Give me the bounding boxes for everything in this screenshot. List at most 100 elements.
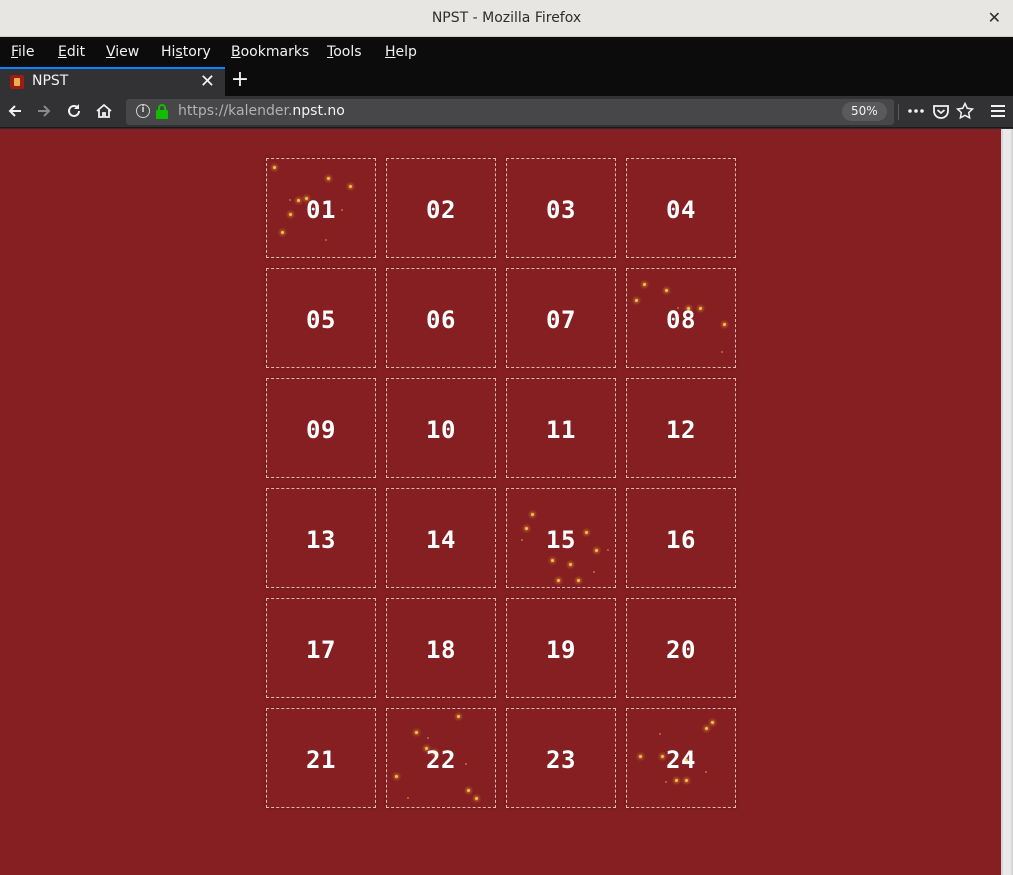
menu-file[interactable]: File — [11, 44, 34, 60]
door-number: 10 — [426, 416, 456, 444]
door-number: 20 — [666, 636, 696, 664]
door-number: 08 — [666, 306, 696, 334]
tab-npst[interactable]: NPST ✕ — [0, 67, 225, 96]
calendar-door-21[interactable]: 21 — [266, 708, 376, 808]
door-number: 17 — [306, 636, 336, 664]
reload-icon[interactable] — [64, 102, 84, 125]
sparkle-decoration — [349, 185, 352, 188]
door-number: 11 — [546, 416, 576, 444]
vertical-scrollbar[interactable] — [1001, 129, 1013, 875]
calendar-door-04[interactable]: 04 — [626, 158, 736, 258]
sparkle-decoration — [569, 563, 572, 566]
menu-history[interactable]: History — [161, 44, 211, 60]
scrollbar-thumb[interactable] — [1003, 129, 1011, 875]
calendar-door-12[interactable]: 12 — [626, 378, 736, 478]
sparkle-decoration — [467, 789, 470, 792]
door-number: 22 — [426, 746, 456, 774]
zoom-indicator[interactable]: 50% — [842, 102, 887, 121]
hamburger-menu-icon[interactable] — [988, 102, 1008, 125]
calendar-door-18[interactable]: 18 — [386, 598, 496, 698]
calendar-door-05[interactable]: 05 — [266, 268, 376, 368]
tab-close-icon[interactable]: ✕ — [200, 71, 215, 92]
sparkle-decoration — [407, 797, 409, 799]
calendar-door-24[interactable]: 24 — [626, 708, 736, 808]
sparkle-decoration — [665, 781, 667, 783]
door-number: 09 — [306, 416, 336, 444]
info-icon[interactable]: i — [136, 104, 150, 118]
window-title: NPST - Mozilla Firefox — [431, 10, 582, 26]
calendar-door-17[interactable]: 17 — [266, 598, 376, 698]
sparkle-decoration — [415, 731, 418, 734]
sparkle-decoration — [705, 727, 708, 730]
menu-view[interactable]: View — [106, 44, 139, 60]
back-icon[interactable] — [5, 102, 25, 125]
menu-bookmarks[interactable]: Bookmarks — [231, 44, 309, 60]
page-actions-icon[interactable] — [906, 102, 926, 125]
forward-icon[interactable] — [34, 102, 54, 125]
window-titlebar: NPST - Mozilla Firefox ✕ — [0, 0, 1013, 37]
sparkle-decoration — [659, 733, 661, 735]
calendar-door-01[interactable]: 01 — [266, 158, 376, 258]
menu-tools[interactable]: Tools — [327, 44, 362, 60]
tab-label: NPST — [32, 73, 69, 89]
calendar-door-08[interactable]: 08 — [626, 268, 736, 368]
sparkle-decoration — [675, 779, 678, 782]
door-number: 12 — [666, 416, 696, 444]
door-number: 15 — [546, 526, 576, 554]
pocket-icon[interactable] — [931, 102, 951, 125]
address-bar[interactable]: i https://kalender.npst.no 50% — [126, 99, 894, 125]
toolbar-separator — [898, 104, 899, 120]
door-number: 14 — [426, 526, 456, 554]
calendar-door-10[interactable]: 10 — [386, 378, 496, 478]
window-close-button[interactable]: ✕ — [988, 8, 1001, 27]
door-number: 21 — [306, 746, 336, 774]
door-number: 04 — [666, 196, 696, 224]
door-number: 16 — [666, 526, 696, 554]
npst-favicon-icon — [10, 75, 24, 89]
sparkle-decoration — [325, 239, 327, 241]
door-number: 19 — [546, 636, 576, 664]
menu-help[interactable]: Help — [385, 44, 417, 60]
calendar-door-09[interactable]: 09 — [266, 378, 376, 478]
new-tab-button[interactable]: + — [230, 67, 250, 92]
sparkle-decoration — [593, 571, 595, 573]
sparkle-decoration — [427, 737, 429, 739]
door-number: 13 — [306, 526, 336, 554]
calendar-door-20[interactable]: 20 — [626, 598, 736, 698]
calendar-door-03[interactable]: 03 — [506, 158, 616, 258]
door-number: 03 — [546, 196, 576, 224]
sparkle-decoration — [721, 351, 723, 353]
calendar-door-06[interactable]: 06 — [386, 268, 496, 368]
sparkle-decoration — [635, 299, 638, 302]
sparkle-decoration — [531, 513, 534, 516]
calendar-door-23[interactable]: 23 — [506, 708, 616, 808]
sparkle-decoration — [457, 715, 460, 718]
calendar-door-14[interactable]: 14 — [386, 488, 496, 588]
sparkle-decoration — [281, 231, 284, 234]
menu-bar: File Edit View History Bookmarks Tools H… — [0, 37, 1013, 67]
navigation-toolbar: i https://kalender.npst.no 50% — [0, 96, 1013, 128]
bookmark-star-icon[interactable] — [955, 101, 975, 125]
door-number: 07 — [546, 306, 576, 334]
door-number: 02 — [426, 196, 456, 224]
calendar-door-15[interactable]: 15 — [506, 488, 616, 588]
door-number: 01 — [306, 196, 336, 224]
url-text[interactable]: https://kalender.npst.no — [178, 103, 345, 119]
calendar-door-02[interactable]: 02 — [386, 158, 496, 258]
calendar-door-11[interactable]: 11 — [506, 378, 616, 478]
door-number: 18 — [426, 636, 456, 664]
door-number: 23 — [546, 746, 576, 774]
sparkle-decoration — [557, 579, 560, 582]
calendar-door-07[interactable]: 07 — [506, 268, 616, 368]
calendar-door-16[interactable]: 16 — [626, 488, 736, 588]
sparkle-decoration — [643, 283, 646, 286]
sparkle-decoration — [273, 166, 276, 169]
sparkle-decoration — [475, 797, 478, 800]
calendar-door-22[interactable]: 22 — [386, 708, 496, 808]
lock-icon[interactable] — [156, 104, 168, 119]
menu-edit[interactable]: Edit — [58, 44, 85, 60]
calendar-door-13[interactable]: 13 — [266, 488, 376, 588]
home-icon[interactable] — [94, 102, 114, 125]
sparkle-decoration — [327, 177, 330, 180]
calendar-door-19[interactable]: 19 — [506, 598, 616, 698]
